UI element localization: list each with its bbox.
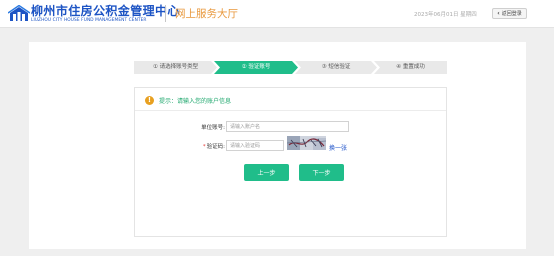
header-divider: [165, 5, 166, 22]
step-sms-verify: ③ 短信验证: [295, 61, 377, 74]
step-reset-success: ④ 重置成功: [374, 61, 447, 74]
exclamation-icon: !: [145, 95, 154, 105]
required-mark: *: [202, 144, 206, 150]
captcha-image[interactable]: [287, 136, 326, 150]
current-datetime: 2023年06月01日 星期四: [414, 12, 477, 18]
progress-steps: ① 请选择账号类型 ② 验证账号 ③ 短信验证 ④ 重置成功: [134, 61, 447, 74]
tip-divider: [135, 110, 446, 111]
top-header: 柳州市住房公积金管理中心 LIUZHOU CITY HOUSE FUND MAN…: [0, 0, 554, 28]
back-to-login-label: 返回登录: [501, 11, 522, 17]
account-label: 单位账号:: [201, 125, 225, 131]
tip-banner: ! 提示：请输入您的账户信息: [145, 94, 231, 106]
center-name-cn: 柳州市住房公积金管理中心: [31, 4, 180, 18]
captcha-input[interactable]: [226, 140, 284, 151]
next-step-button[interactable]: 下一步: [299, 164, 344, 181]
account-form-card: ! 提示：请输入您的账户信息 单位账号: *验证码: 换一张 上一步 下一步: [134, 87, 447, 237]
step-select-account-type: ① 请选择账号类型: [134, 61, 217, 74]
chevron-left-icon: ‹: [497, 10, 500, 17]
prev-step-button[interactable]: 上一步: [244, 164, 289, 181]
center-name-en: LIUZHOU CITY HOUSE FUND MANAGEMENT CENTE…: [31, 18, 147, 23]
tip-text: 提示：请输入您的账户信息: [159, 97, 232, 105]
step-verify-account: ② 验证账号: [214, 61, 298, 74]
refresh-captcha-link[interactable]: 换一张: [329, 143, 347, 152]
captcha-label: 验证码:: [206, 144, 225, 150]
captcha-label-row: *验证码:: [191, 142, 225, 150]
back-to-login-button[interactable]: ‹ 返回登录: [492, 8, 527, 19]
portal-title: 网上服务大厅: [175, 8, 238, 20]
account-input[interactable]: [226, 121, 349, 132]
house-logo-icon: [8, 5, 30, 21]
